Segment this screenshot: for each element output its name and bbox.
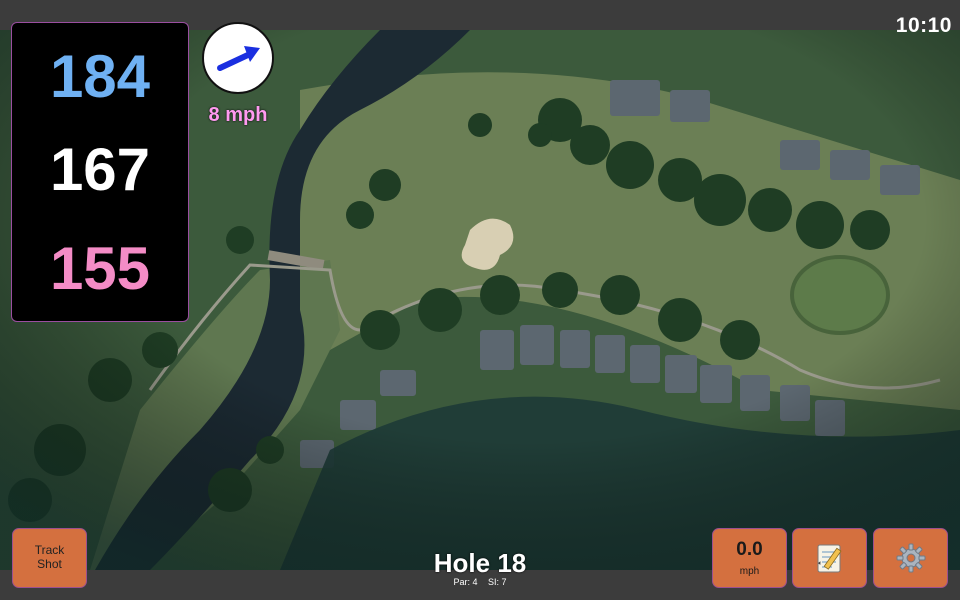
speed-unit: mph xyxy=(739,566,760,577)
hole-par: Par: 4 xyxy=(453,577,478,587)
middle-of-green-yardage: 167 xyxy=(49,136,151,203)
notepad-icon xyxy=(817,544,842,573)
track-shot-button[interactable]: Track Shot xyxy=(12,528,87,588)
notes-button[interactable] xyxy=(792,528,867,588)
wind-direction-dial xyxy=(202,22,274,94)
hole-title: Hole 18 xyxy=(433,548,527,578)
hole-stroke-index: SI: 7 xyxy=(488,577,507,587)
clock: 10:10 xyxy=(895,14,952,37)
wind-speed-label: 8 mph xyxy=(208,104,268,126)
settings-button[interactable] xyxy=(873,528,948,588)
hole-info: Par: 4 SI: 7 xyxy=(380,577,580,587)
gear-icon xyxy=(896,543,925,573)
speed-value: 0.0 xyxy=(736,539,763,560)
track-shot-label-line1: Track xyxy=(34,543,65,558)
track-shot-label-line2: Shot xyxy=(37,557,62,571)
yardage-panel: 184 167 155 xyxy=(11,22,189,322)
wind-arrow-icon xyxy=(217,46,260,71)
golf-gps-screen: 10:10 184 167 155 8 mph Track Shot Hole … xyxy=(0,0,960,600)
front-of-green-yardage: 155 xyxy=(49,235,151,302)
speed-button[interactable]: 0.0 mph xyxy=(712,528,787,588)
back-of-green-yardage: 184 xyxy=(49,43,151,110)
